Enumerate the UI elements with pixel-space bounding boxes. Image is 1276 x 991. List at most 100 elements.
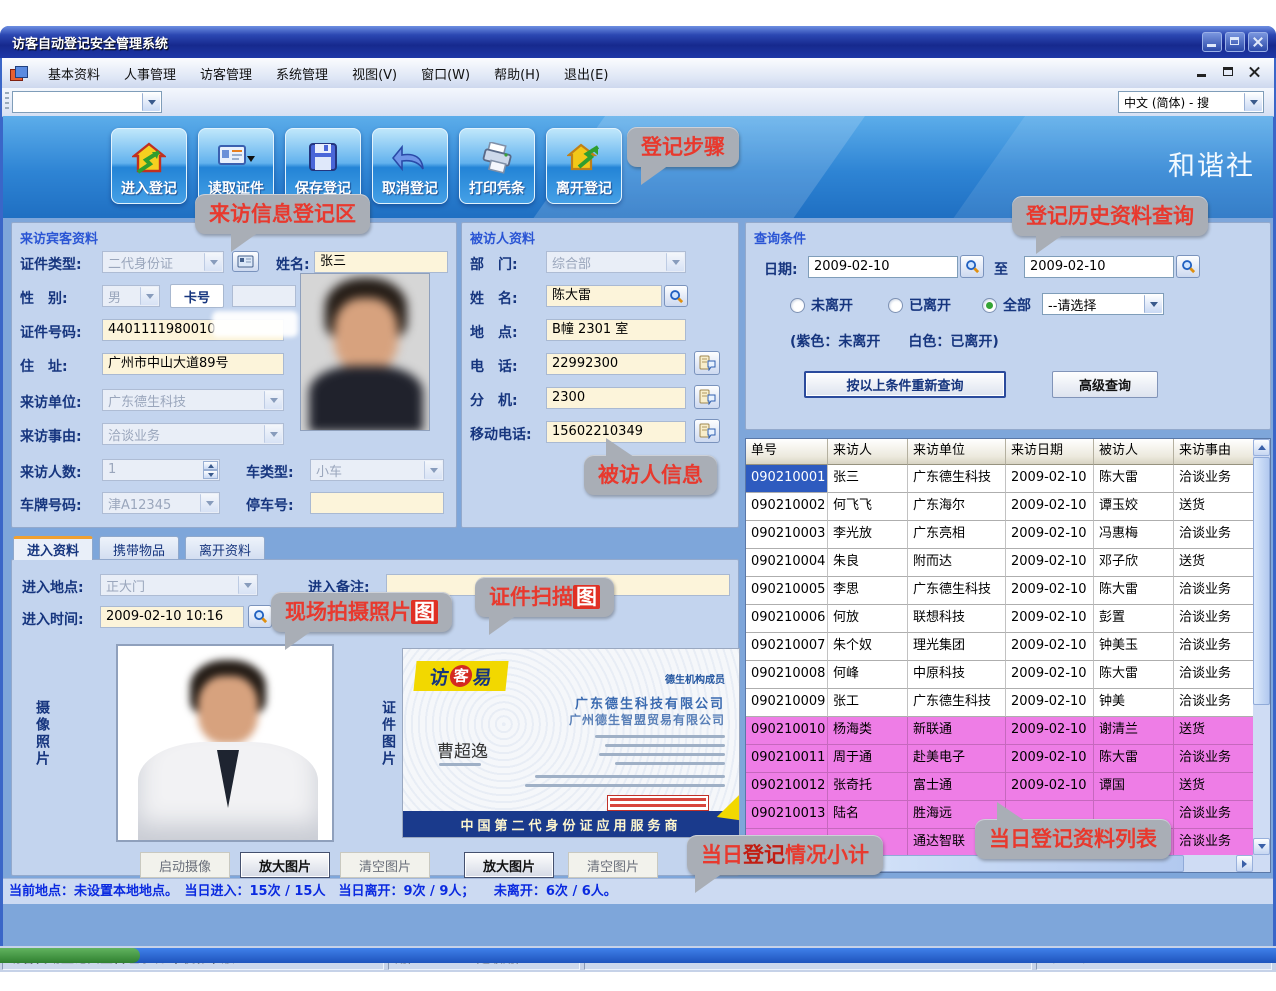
menu-item-visitor[interactable]: 访客管理 [188,60,264,87]
visited-name-field[interactable]: 陈大雷 [546,285,662,307]
minimize-button[interactable] [1202,32,1222,52]
cell-reason[interactable]: 送货 [1174,773,1253,801]
radio-all[interactable]: 全部 [982,295,1031,315]
close-button[interactable] [1248,32,1268,52]
cancel-register-button[interactable]: 取消登记 [372,128,448,204]
radio-not-left[interactable]: 未离开 [790,295,853,315]
dial-phone-button[interactable] [694,351,720,375]
start-button-edge[interactable] [0,948,140,963]
restore-button[interactable] [1225,32,1245,52]
cell-company[interactable]: 广东亮相 [908,521,1006,549]
menu-item-window[interactable]: 窗口(W) [409,60,482,87]
cell-id[interactable]: 090210012 [746,773,828,801]
cell-visited[interactable]: 陈大雷 [1094,465,1174,493]
cell-reason[interactable]: 送货 [1174,493,1253,521]
menu-item-hr[interactable]: 人事管理 [112,60,188,87]
cell-id[interactable]: 090210003 [746,521,828,549]
combo-arrow-icon[interactable] [204,253,222,271]
menu-item-help[interactable]: 帮助(H) [482,60,552,87]
cell-reason[interactable]: 洽谈业务 [1174,829,1253,857]
cell-reason[interactable]: 洽谈业务 [1174,521,1253,549]
cell-visitor[interactable]: 杨海类 [828,717,908,745]
cell-visited[interactable]: 陈大雷 [1094,661,1174,689]
entry-place-select[interactable]: 正大门 [100,574,258,596]
cert-type-select[interactable]: 二代身份证 [102,251,224,273]
cell-visitor[interactable]: 朱个奴 [828,633,908,661]
location-field[interactable]: B幢 2301 室 [546,319,686,341]
cell-visited[interactable]: 陈大雷 [1094,577,1174,605]
cell-reason[interactable]: 洽谈业务 [1174,661,1253,689]
menu-item-system[interactable]: 系统管理 [264,60,340,87]
cell-visited[interactable]: 谭玉姣 [1094,493,1174,521]
cell-date[interactable]: 2009-02-10 [1006,745,1094,773]
enlarge-card-button[interactable]: 放大图片 [464,852,554,878]
combo-arrow-icon[interactable] [424,461,442,479]
visit-company-select[interactable]: 广东德生科技 [102,389,284,411]
cell-date[interactable]: 2009-02-10 [1006,521,1094,549]
cell-visitor[interactable]: 张奇托 [828,773,908,801]
column-header-visitor[interactable]: 来访人 [828,439,908,465]
cell-visitor[interactable]: 张工 [828,689,908,717]
phone-field[interactable]: 22992300 [546,353,686,375]
cell-reason[interactable]: 洽谈业务 [1174,801,1253,829]
advanced-query-button[interactable]: 高级查询 [1052,371,1158,398]
tab-entry-info[interactable]: 进入资料 [13,536,93,560]
tab-carried-items[interactable]: 携带物品 [99,536,179,560]
menu-item-view[interactable]: 视图(V) [340,60,409,87]
cell-visitor[interactable]: 张三 [828,465,908,493]
enter-register-button[interactable]: 进入登记 [111,128,187,204]
cell-date[interactable]: 2009-02-10 [1006,493,1094,521]
plate-select[interactable]: 津A12345 [102,492,220,514]
table-row[interactable]: 090210005 李思 广东德生科技 2009-02-10 陈大雷 洽谈业务 [746,577,1253,605]
language-bar[interactable]: 中文 (简体) - 搜 [1118,91,1264,113]
cell-company[interactable]: 广东海尔 [908,493,1006,521]
cell-reason[interactable]: 送货 [1174,717,1253,745]
cell-id[interactable]: 090210007 [746,633,828,661]
print-receipt-button[interactable]: 打印凭条 [459,128,535,204]
table-row[interactable]: 090210008 何峰 中原科技 2009-02-10 陈大雷 洽谈业务 [746,661,1253,689]
cell-reason[interactable]: 洽谈业务 [1174,465,1253,493]
cell-date[interactable]: 2009-02-10 [1006,717,1094,745]
cell-company[interactable]: 广东德生科技 [908,577,1006,605]
start-camera-button[interactable]: 启动摄像 [140,852,230,878]
card-number-button[interactable]: 卡号 [170,284,224,308]
combo-arrow-icon[interactable] [238,576,256,594]
date-from-picker-button[interactable] [960,255,984,278]
parking-field[interactable] [310,492,444,514]
cell-date[interactable]: 2009-02-10 [1006,605,1094,633]
table-row[interactable]: 090210011 周于通 赴美电子 2009-02-10 陈大雷 洽谈业务 [746,745,1253,773]
radio-left[interactable]: 已离开 [888,295,951,315]
date-to-picker-button[interactable] [1176,255,1200,278]
cell-company[interactable]: 广东德生科技 [908,689,1006,717]
cell-reason[interactable]: 洽谈业务 [1174,633,1253,661]
cell-visited[interactable]: 冯惠梅 [1094,521,1174,549]
table-row[interactable]: 090210003 李光放 广东亮相 2009-02-10 冯惠梅 洽谈业务 [746,521,1253,549]
table-row[interactable]: 090210001 张三 广东德生科技 2009-02-10 陈大雷 洽谈业务 [746,465,1253,493]
cell-visitor[interactable]: 陆名 [828,801,908,829]
table-row[interactable]: 090210004 朱良 附而达 2009-02-10 邓子欣 送货 [746,549,1253,577]
combo-arrow-icon[interactable] [142,93,160,111]
cell-visitor[interactable]: 周于通 [828,745,908,773]
mdi-minimize-button[interactable] [1194,63,1212,81]
cell-date[interactable]: 2009-02-10 [1006,549,1094,577]
clear-photo-button[interactable]: 清空图片 [340,852,430,878]
ext-field[interactable]: 2300 [546,387,686,409]
cell-company[interactable]: 附而达 [908,549,1006,577]
dept-select[interactable]: 综合部 [546,251,686,273]
name-field[interactable]: 张三 [314,251,448,273]
visit-reason-select[interactable]: 洽谈业务 [102,423,284,445]
cell-id[interactable]: 090210008 [746,661,828,689]
cell-visitor[interactable]: 何峰 [828,661,908,689]
cell-date[interactable]: 2009-02-10 [1006,689,1094,717]
column-header-id[interactable]: 单号 [746,439,828,465]
cell-company[interactable]: 联想科技 [908,605,1006,633]
cell-reason[interactable]: 洽谈业务 [1174,689,1253,717]
mdi-close-button[interactable] [1246,63,1264,81]
table-row[interactable]: 090210010 杨海类 新联通 2009-02-10 谢清兰 送货 [746,717,1253,745]
cell-id[interactable]: 090210002 [746,493,828,521]
cell-id[interactable]: 090210011 [746,745,828,773]
entry-time-field[interactable]: 2009-02-10 10:16 [100,606,244,628]
stepper-buttons[interactable] [203,461,218,479]
save-register-button[interactable]: 保存登记 [285,128,361,204]
cell-visited[interactable]: 谢清兰 [1094,717,1174,745]
